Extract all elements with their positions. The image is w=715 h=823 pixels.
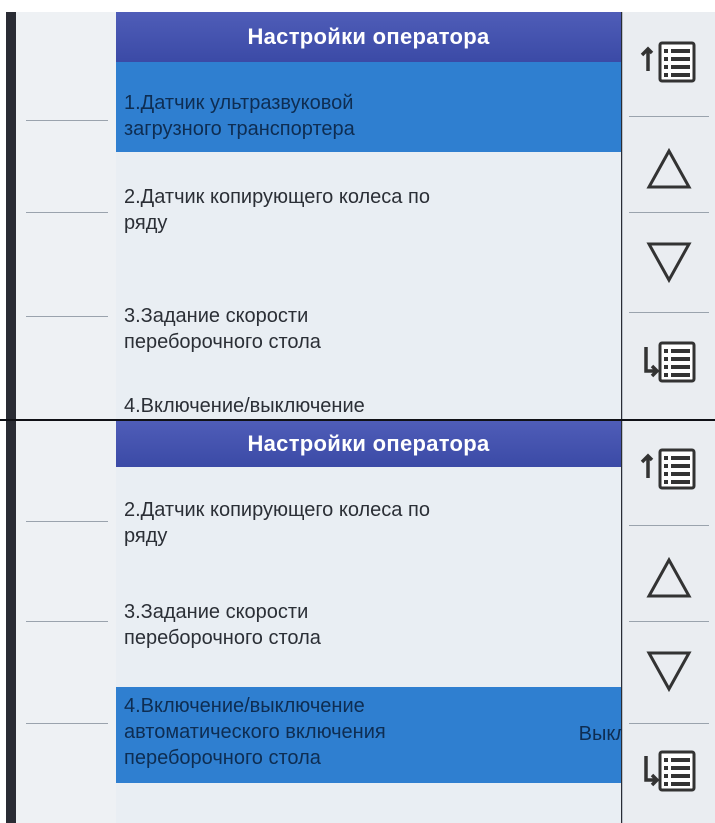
menu-item-line: 3.Задание скорости bbox=[124, 601, 309, 623]
right-nav-divider bbox=[629, 116, 709, 117]
menu-item-copy-wheel-sensor[interactable]: 2.Датчик копирующего колеса по ряду bbox=[116, 497, 621, 567]
menu-item-line: переборочного стола bbox=[124, 747, 321, 769]
menu-item-line: 1.Датчик ультразвуковой bbox=[124, 92, 354, 114]
operator-settings-screen-1: Настройки оператора 1.Датчик ультразвуко… bbox=[6, 12, 715, 419]
screen-header-title: Настройки оператора bbox=[116, 421, 621, 467]
triangle-up-icon bbox=[646, 556, 692, 598]
scroll-up-button[interactable] bbox=[623, 124, 715, 214]
menu-item-line: 2.Датчик копирующего колеса по bbox=[124, 499, 430, 521]
right-nav-divider bbox=[629, 312, 709, 313]
menu-item-line: ряду bbox=[124, 212, 168, 234]
right-nav-divider bbox=[629, 212, 709, 213]
menu-item-line: 2.Датчик копирующего колеса по bbox=[124, 186, 430, 208]
scroll-up-button[interactable] bbox=[623, 533, 715, 623]
list-first-icon bbox=[640, 448, 696, 490]
left-softkey-column bbox=[16, 12, 116, 419]
menu-item-line: загрузного транспортера bbox=[124, 118, 355, 140]
list-first-icon bbox=[640, 41, 696, 83]
left-softkey-divider bbox=[26, 723, 108, 724]
menu-item-table-speed[interactable]: 3.Задание скорости переборочного стола bbox=[116, 303, 621, 373]
scroll-down-button[interactable] bbox=[623, 217, 715, 307]
menu-item-line: переборочного стола bbox=[124, 627, 321, 649]
last-page-button[interactable] bbox=[623, 726, 715, 816]
right-navigation-column bbox=[622, 12, 715, 419]
menu-item-table-speed[interactable]: 3.Задание скорости переборочного стола bbox=[116, 599, 621, 669]
setting-value: Выкл bbox=[578, 723, 627, 745]
first-page-button[interactable] bbox=[623, 12, 715, 112]
menu-item-line: автоматического включения bbox=[124, 721, 386, 743]
right-navigation-column bbox=[622, 421, 715, 823]
screen-header-title: Настройки оператора bbox=[116, 12, 621, 62]
scroll-down-button[interactable] bbox=[623, 626, 715, 716]
right-nav-divider bbox=[629, 621, 709, 622]
list-last-icon bbox=[644, 750, 696, 792]
menu-item-line: переборочного стола bbox=[124, 331, 321, 353]
last-page-button[interactable] bbox=[623, 317, 715, 407]
menu-item-auto-enable[interactable]: 4.Включение/выключение bbox=[116, 393, 621, 419]
menu-item-line: 4.Включение/выключение bbox=[124, 395, 365, 417]
menu-item-ultrasonic-sensor[interactable]: 1.Датчик ультразвуковой загрузного транс… bbox=[116, 62, 621, 152]
right-nav-divider bbox=[629, 525, 709, 526]
triangle-up-icon bbox=[646, 147, 692, 189]
menu-item-line: ряду bbox=[124, 525, 168, 547]
top-margin bbox=[0, 0, 715, 12]
settings-list-panel: Настройки оператора 2.Датчик копирующего… bbox=[116, 421, 627, 823]
operator-settings-screen-2: Настройки оператора 2.Датчик копирующего… bbox=[6, 421, 715, 823]
left-softkey-column bbox=[16, 421, 116, 823]
left-softkey-divider bbox=[26, 621, 108, 622]
menu-item-auto-enable[interactable]: 4.Включение/выключение автоматического в… bbox=[116, 687, 627, 783]
menu-item-line: 4.Включение/выключение bbox=[124, 695, 365, 717]
settings-list-panel: Настройки оператора 1.Датчик ультразвуко… bbox=[116, 12, 621, 419]
first-page-button[interactable] bbox=[623, 421, 715, 517]
list-last-icon bbox=[644, 341, 696, 383]
menu-item-copy-wheel-sensor[interactable]: 2.Датчик копирующего колеса по ряду bbox=[116, 184, 621, 254]
right-nav-divider bbox=[629, 723, 709, 724]
left-softkey-divider bbox=[26, 120, 108, 121]
left-softkey-divider bbox=[26, 212, 108, 213]
menu-item-line: 3.Задание скорости bbox=[124, 305, 309, 327]
triangle-down-icon bbox=[646, 651, 692, 693]
triangle-down-icon bbox=[646, 242, 692, 284]
left-softkey-divider bbox=[26, 316, 108, 317]
left-softkey-divider bbox=[26, 521, 108, 522]
